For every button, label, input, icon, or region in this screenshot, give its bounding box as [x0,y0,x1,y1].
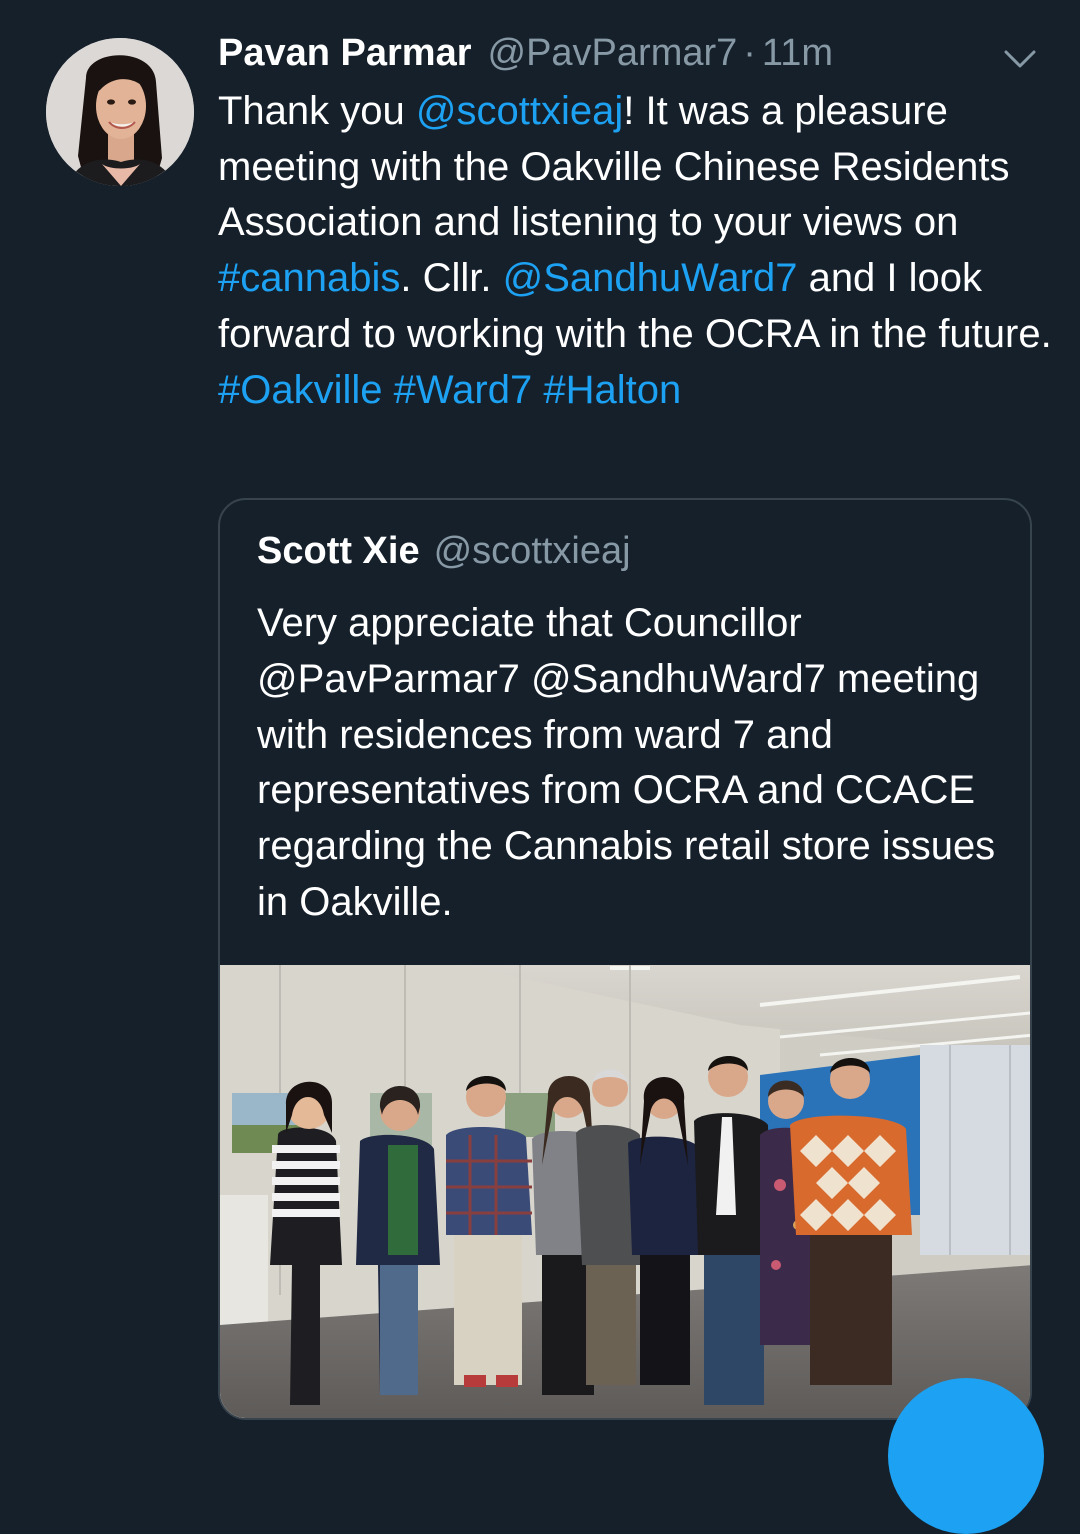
hashtag-link[interactable]: #Halton [543,368,681,412]
quoted-user-handle: @scottxieaj [433,530,631,572]
tweet-header: Pavan Parmar @PavParmar7 · 11m [218,32,833,78]
mention-link[interactable]: @scottxieaj [416,89,623,133]
group-photo[interactable] [220,965,1030,1418]
hashtag-link[interactable]: #Oakville [218,368,383,412]
mention-link[interactable]: @SandhuWard7 [503,256,798,300]
avatar[interactable] [46,38,194,186]
text-segment: Thank you [218,89,416,133]
compose-tweet-button[interactable] [888,1378,1044,1534]
chevron-down-icon[interactable] [1000,40,1040,76]
tweet[interactable]: Pavan Parmar @PavParmar7 · 11m Thank you… [0,0,1080,1534]
hashtag-link[interactable]: #Ward7 [394,368,533,412]
quoted-tweet-header: Scott Xie @scottxieaj [257,530,631,573]
tweet-text: Thank you @scottxieaj! It was a pleasure… [218,84,1058,418]
display-name[interactable]: Pavan Parmar [218,32,472,75]
quoted-display-name: Scott Xie [257,530,420,572]
hashtag-link[interactable]: #cannabis [218,256,400,300]
quoted-tweet[interactable]: Scott Xie @scottxieaj Very appreciate tha… [218,498,1032,1420]
text-segment: . Cllr. [400,256,503,301]
user-handle[interactable]: @PavParmar7 [488,32,738,75]
quoted-tweet-text: Very appreciate that Councillor @PavParm… [257,601,996,924]
separator-dot: · [743,32,756,74]
timestamp[interactable]: 11m [762,32,833,75]
